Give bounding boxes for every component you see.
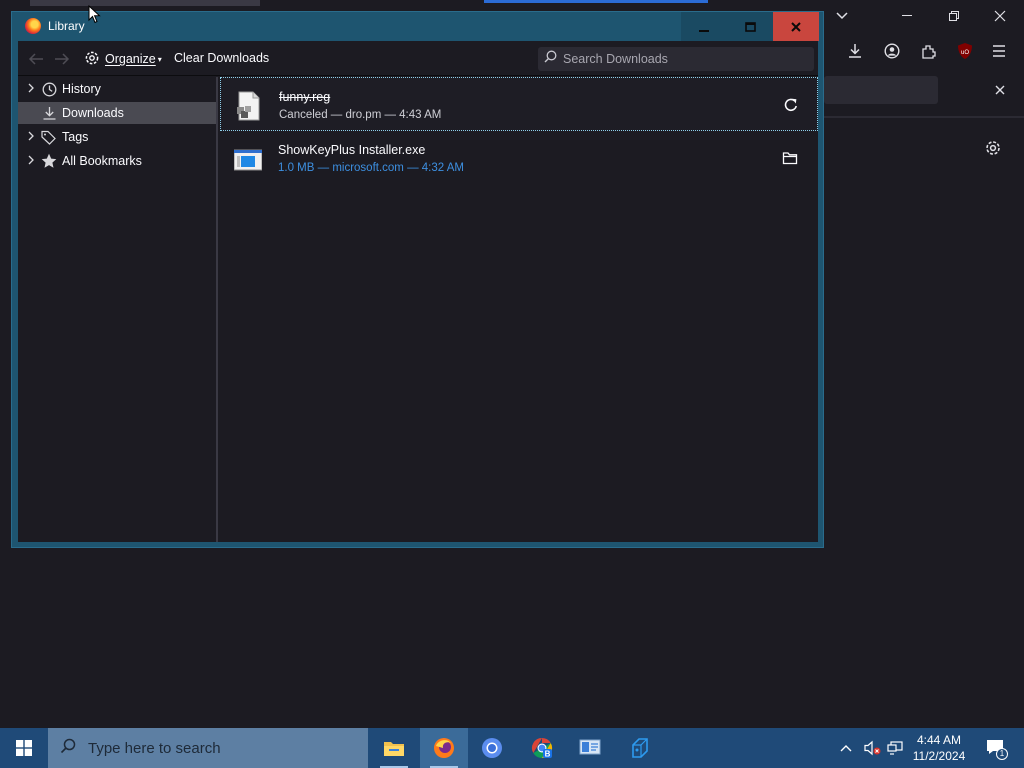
retry-icon[interactable] — [781, 95, 801, 115]
search-input[interactable] — [563, 52, 803, 66]
mouse-cursor-icon — [88, 5, 101, 24]
caret-down-icon: ▾ — [157, 54, 162, 64]
clear-downloads-button[interactable]: Clear Downloads — [174, 51, 269, 65]
show-hidden-icons-chevron-icon[interactable] — [836, 728, 856, 768]
clock-date: 11/2/2024 — [912, 749, 966, 763]
firefox-logo-icon — [25, 18, 41, 34]
sidebar-item-label: All Bookmarks — [62, 154, 142, 168]
sidebar-item-tags[interactable]: Tags — [18, 126, 216, 148]
clock-icon — [40, 80, 58, 98]
app-menu-icon[interactable] — [988, 40, 1010, 62]
mspaint-icon[interactable] — [616, 728, 664, 768]
sidebar-item-label: Tags — [62, 130, 89, 144]
chevron-right-icon[interactable] — [24, 131, 38, 144]
browser-tab-active[interactable] — [484, 0, 708, 3]
browser-toolbar: uO — [820, 34, 1024, 66]
search-icon — [60, 738, 76, 758]
star-icon — [40, 152, 58, 170]
library-sidebar: History Downloads Tags All Bookmarks — [18, 77, 218, 542]
page-settings-gear-icon[interactable] — [982, 137, 1004, 159]
sidebar-item-downloads[interactable]: Downloads — [18, 102, 216, 124]
browser-minimize-button[interactable] — [886, 4, 930, 28]
library-minimize-button[interactable] — [681, 12, 727, 41]
clock-time: 4:44 AM — [916, 733, 962, 747]
library-titlebar[interactable]: Library — [12, 12, 823, 41]
extensions-icon[interactable] — [918, 40, 940, 62]
taskbar-search-placeholder: Type here to search — [88, 739, 221, 757]
chevron-right-icon[interactable] — [24, 155, 38, 168]
notification-bar — [824, 76, 1024, 104]
search-icon — [544, 50, 557, 68]
windows-logo-icon — [16, 740, 32, 756]
library-maximize-button[interactable] — [727, 12, 773, 41]
tab-list-chevron-icon[interactable] — [820, 4, 864, 28]
organize-button[interactable]: Organize ▾ — [84, 49, 162, 69]
organize-label: Organize — [105, 52, 156, 66]
notification-field[interactable] — [824, 76, 938, 104]
chrome-beta-icon[interactable]: B — [518, 728, 566, 768]
download-icon — [40, 104, 58, 122]
downloads-toolbar-icon[interactable] — [844, 40, 866, 62]
network-icon[interactable] — [884, 728, 906, 768]
download-item[interactable]: funny.reg Canceled — dro.pm — 4:43 AM — [220, 77, 818, 131]
sidebar-item-label: Downloads — [62, 106, 124, 120]
chevron-right-icon[interactable] — [24, 83, 38, 96]
notification-center-button[interactable]: 1 — [978, 728, 1014, 768]
taskbar-search-box[interactable]: Type here to search — [48, 728, 368, 768]
notification-count-badge: 1 — [996, 748, 1008, 760]
sidebar-item-history[interactable]: History — [18, 78, 216, 100]
downloads-list: funny.reg Canceled — dro.pm — 4:43 AM Sh… — [220, 77, 818, 542]
notification-icon: 1 — [986, 739, 1008, 760]
download-status: Canceled — dro.pm — 4:43 AM — [279, 109, 442, 121]
search-downloads-field[interactable] — [538, 47, 814, 71]
library-window: Library Organize ▾ Clear Downloads Searc… — [11, 11, 824, 548]
notification-close-icon[interactable] — [990, 80, 1010, 100]
volume-muted-icon[interactable] — [860, 728, 884, 768]
sidebar-item-label: History — [62, 82, 101, 96]
arrow-right-icon[interactable] — [52, 49, 72, 69]
download-status: 1.0 MB — microsoft.com — 4:32 AM — [278, 162, 464, 174]
sidebar-item-all-bookmarks[interactable]: All Bookmarks — [18, 150, 216, 172]
svg-text:B: B — [545, 750, 551, 759]
start-button[interactable] — [0, 728, 48, 768]
folder-icon[interactable] — [780, 148, 800, 168]
ublock-origin-icon[interactable]: uO — [954, 40, 976, 62]
registry-file-icon — [235, 91, 263, 121]
download-filename: funny.reg — [279, 90, 331, 104]
tag-icon — [40, 128, 58, 146]
gear-icon — [84, 50, 100, 69]
account-icon[interactable] — [881, 40, 903, 62]
chromium-icon[interactable] — [468, 728, 516, 768]
installer-exe-icon — [233, 144, 263, 174]
browser-tab[interactable] — [30, 0, 260, 6]
library-toolbar: Organize ▾ Clear Downloads — [18, 41, 818, 76]
svg-text:uO: uO — [961, 50, 969, 56]
browser-close-button[interactable] — [978, 4, 1022, 28]
arrow-left-icon[interactable] — [26, 49, 46, 69]
library-title: Library — [48, 19, 85, 33]
library-close-button[interactable] — [773, 12, 819, 41]
taskbar-clock[interactable]: 4:44 AM 11/2/2024 — [906, 732, 972, 764]
download-item[interactable]: ShowKeyPlus Installer.exe 1.0 MB — micro… — [220, 131, 818, 185]
content-separator — [824, 116, 1024, 118]
system-info-icon[interactable] — [566, 728, 614, 768]
firefox-icon[interactable] — [420, 728, 468, 768]
file-explorer-icon[interactable] — [370, 728, 418, 768]
browser-restore-button[interactable] — [932, 4, 976, 28]
download-filename: ShowKeyPlus Installer.exe — [278, 143, 426, 157]
taskbar: Type here to search B 4:44 AM 11/2/2024 … — [0, 728, 1024, 768]
library-content: Organize ▾ Clear Downloads History — [18, 41, 818, 542]
